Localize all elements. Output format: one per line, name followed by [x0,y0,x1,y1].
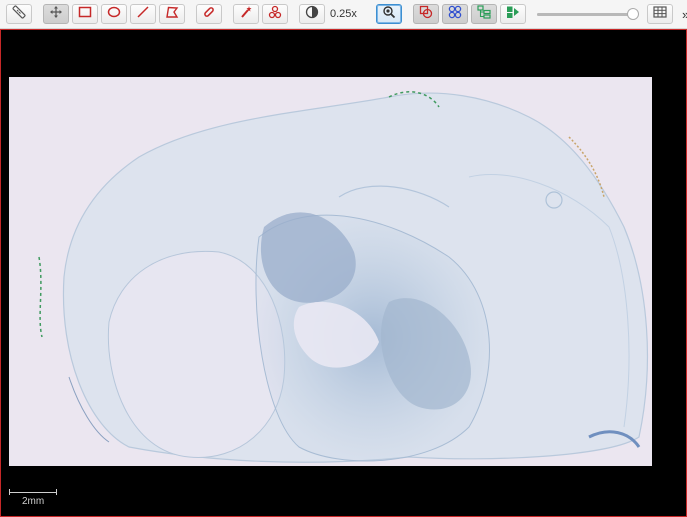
rectangle-tool-button[interactable] [72,4,98,24]
scale-bar [9,489,57,495]
contrast-icon [305,5,319,24]
line-icon [136,5,150,23]
slider-fill [537,13,633,16]
grid-icon [653,5,667,23]
link-icon [202,5,216,24]
link-tool-button[interactable] [196,4,222,24]
slide-image[interactable] [9,77,652,466]
overlay-squares-icon [419,5,433,24]
wand-icon [239,5,253,24]
ruler-tool-button[interactable] [6,4,32,24]
pan-tool-button[interactable] [43,4,69,24]
hierarchy-icon [477,4,491,24]
rectangle-icon [78,5,92,23]
wand-tool-button[interactable] [233,4,259,24]
ellipse-icon [107,5,121,23]
tissue-section-image [38,91,648,463]
hierarchy-toggle-button[interactable] [471,4,497,24]
ruler-icon [12,4,26,24]
polygon-icon [165,5,179,23]
polygon-tool-button[interactable] [159,4,185,24]
opacity-slider[interactable] [537,4,639,24]
pan-move-icon [49,5,63,24]
cells-icon [268,5,282,24]
zoom-magnifier-button[interactable] [376,4,402,24]
zoom-level-label: 0.25x [330,8,357,20]
overlay-toggle-button[interactable] [413,4,439,24]
detections-icon [448,5,462,24]
line-tool-button[interactable] [130,4,156,24]
classify-toggle-button[interactable] [500,4,526,24]
slide-viewer[interactable]: 2mm [0,29,687,517]
toolbar: 0.25x » [0,0,687,29]
grid-toggle-button[interactable] [647,4,673,24]
cells-tool-button[interactable] [262,4,288,24]
contrast-tool-button[interactable] [299,4,325,24]
more-tools-chevron[interactable]: » [682,7,687,22]
ellipse-tool-button[interactable] [101,4,127,24]
slider-thumb[interactable] [626,8,639,20]
scale-bar-label: 2mm [22,496,45,507]
detections-toggle-button[interactable] [442,4,468,24]
magnifier-icon [382,5,396,24]
classify-shapes-icon [506,5,520,24]
